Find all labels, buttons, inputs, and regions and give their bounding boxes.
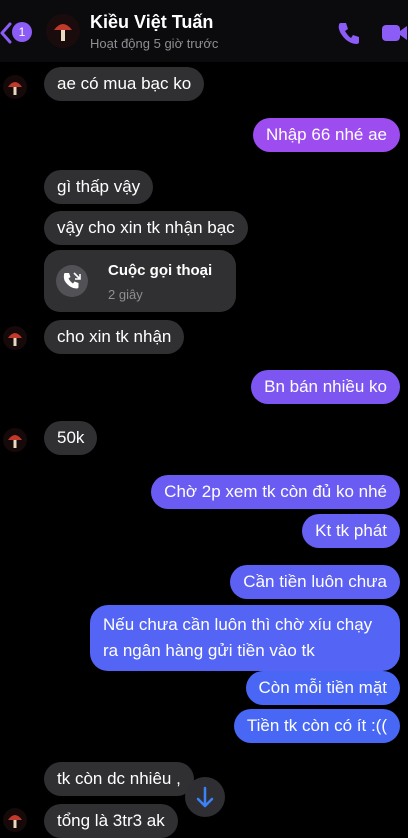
message-outgoing[interactable]: Nhập 66 nhé ae bbox=[253, 118, 400, 152]
message-incoming[interactable]: tổng là 3tr3 ak bbox=[44, 804, 178, 838]
contact-avatar-small bbox=[3, 428, 27, 452]
mushroom-icon bbox=[8, 435, 22, 448]
message-incoming[interactable]: 50k bbox=[44, 421, 98, 455]
message-incoming[interactable]: cho xin tk nhận bbox=[44, 320, 185, 354]
message-outgoing[interactable]: Còn mỗi tiền mặt bbox=[245, 671, 400, 705]
contact-avatar-small bbox=[3, 75, 27, 99]
mushroom-icon bbox=[54, 24, 72, 41]
call-icon-circle bbox=[56, 265, 88, 297]
unread-badge: 1 bbox=[12, 22, 32, 42]
call-duration: 2 giây bbox=[108, 287, 143, 302]
voice-call-card[interactable]: Cuộc gọi thoại 2 giây bbox=[44, 250, 236, 312]
voice-call-button[interactable] bbox=[336, 20, 362, 46]
video-call-button[interactable] bbox=[380, 22, 408, 44]
active-status: Hoạt động 5 giờ trước bbox=[90, 36, 219, 51]
call-title: Cuộc gọi thoại bbox=[108, 262, 213, 279]
message-outgoing[interactable]: Cần tiền luôn chưa bbox=[230, 565, 400, 599]
phone-icon bbox=[338, 23, 359, 44]
mushroom-icon bbox=[8, 815, 22, 828]
chat-header: 1 Kiều Việt Tuấn Hoạt động 5 giờ trước bbox=[0, 0, 408, 62]
back-button[interactable]: 1 bbox=[0, 20, 34, 46]
arrow-down-icon bbox=[196, 786, 214, 808]
message-outgoing[interactable]: Nếu chưa cần luôn thì chờ xíu chạy ra ng… bbox=[90, 605, 400, 671]
message-outgoing[interactable]: Kt tk phát bbox=[302, 514, 400, 548]
message-outgoing[interactable]: Bn bán nhiều ko bbox=[251, 370, 400, 404]
contact-avatar-small bbox=[3, 808, 27, 832]
mushroom-icon bbox=[8, 333, 22, 346]
chevron-left-icon bbox=[0, 22, 12, 44]
message-incoming[interactable]: ae có mua bạc ko bbox=[44, 67, 205, 101]
scroll-to-bottom-button[interactable] bbox=[185, 777, 225, 817]
mushroom-icon bbox=[8, 82, 22, 95]
message-outgoing[interactable]: Chờ 2p xem tk còn đủ ko nhé bbox=[151, 475, 400, 509]
missed-call-icon bbox=[63, 272, 81, 289]
contact-avatar-small bbox=[3, 326, 27, 350]
message-outgoing[interactable]: Tiền tk còn có ít :(( bbox=[233, 709, 400, 743]
video-camera-icon bbox=[382, 25, 407, 41]
contact-avatar[interactable] bbox=[46, 14, 80, 48]
message-incoming[interactable]: tk còn dc nhiêu , bbox=[44, 762, 194, 796]
message-incoming[interactable]: gì thấp vậy bbox=[44, 170, 154, 204]
contact-name[interactable]: Kiều Việt Tuấn bbox=[90, 12, 213, 33]
message-incoming[interactable]: vậy cho xin tk nhận bạc bbox=[44, 211, 248, 245]
